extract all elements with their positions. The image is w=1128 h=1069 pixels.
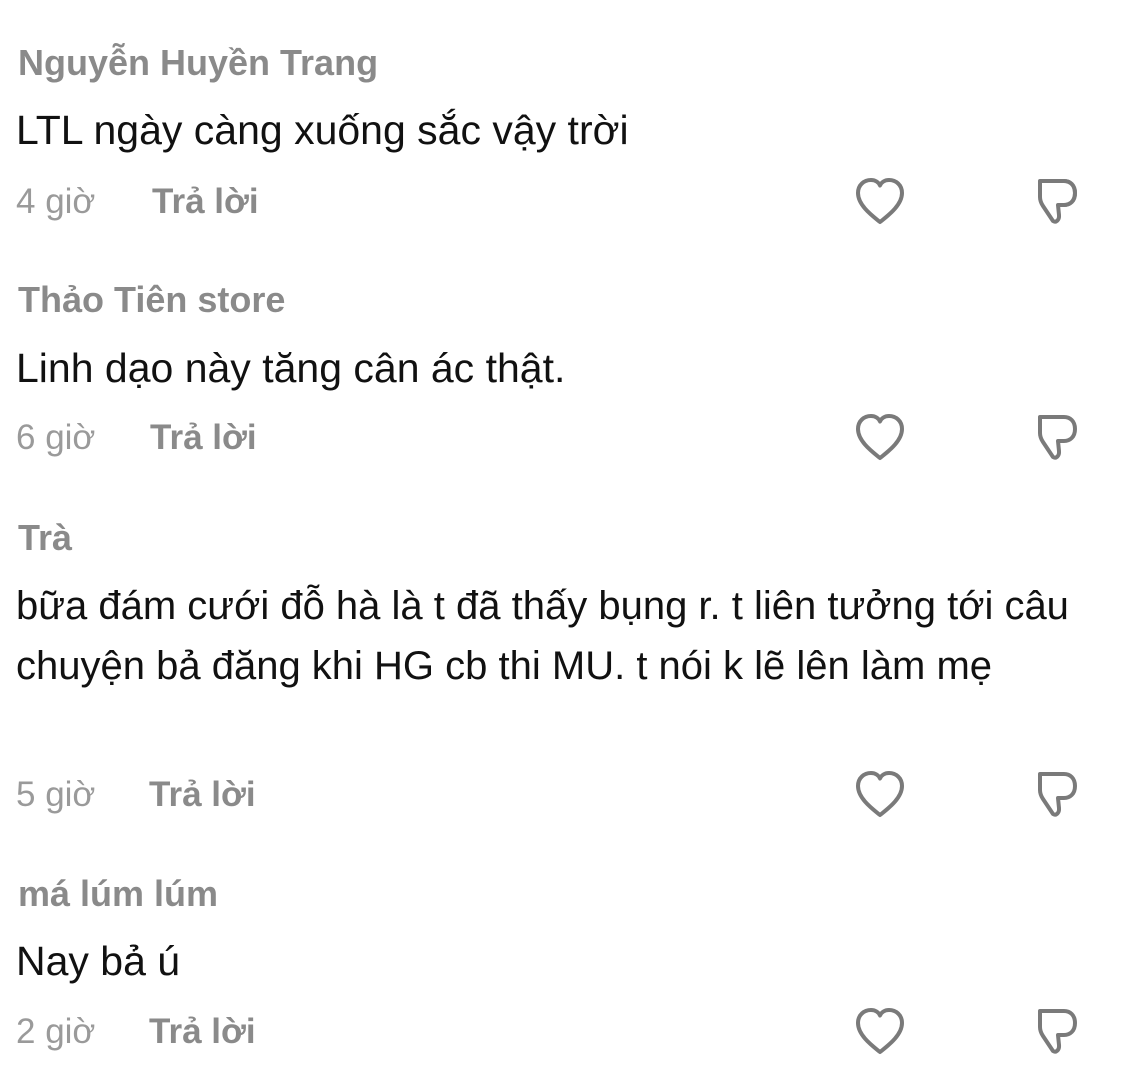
dislike-button[interactable]: [1030, 1003, 1086, 1059]
comment-meta: 2 giờ Trả lời: [16, 1007, 1116, 1057]
comment-author[interactable]: Nguyễn Huyền Trang: [18, 41, 378, 85]
comment-time: 5 giờ: [16, 775, 96, 814]
reply-button[interactable]: Trả lời: [152, 177, 259, 227]
like-button[interactable]: [852, 175, 908, 227]
dislike-button[interactable]: [1030, 173, 1086, 229]
comment-text: Linh dạo này tăng cân ác thật.: [16, 345, 566, 391]
like-button[interactable]: [852, 411, 908, 463]
reply-button[interactable]: Trả lời: [150, 413, 257, 463]
comment-meta: 5 giờ Trả lời: [16, 770, 1116, 820]
comment-author[interactable]: má lúm lúm: [18, 872, 218, 916]
comment-text: Nay bả ú: [16, 938, 181, 984]
heart-icon: [856, 1008, 904, 1054]
thumbs-down-icon: [1038, 179, 1078, 224]
reply-button[interactable]: Trả lời: [149, 770, 256, 820]
thumbs-down-icon: [1038, 772, 1077, 817]
reply-button[interactable]: Trả lời: [149, 1007, 256, 1057]
heart-icon: [856, 414, 904, 460]
heart-icon: [856, 178, 904, 224]
comment-text: LTL ngày càng xuống sắc vậy trời: [16, 107, 629, 153]
comment-time: 4 giờ: [16, 182, 96, 221]
comment-author[interactable]: Trà: [18, 516, 72, 560]
comment-text: bữa đám cưới đỗ hà là t đã thấy bụng r. …: [16, 584, 1069, 688]
like-button[interactable]: [852, 768, 908, 820]
comment-author[interactable]: Thảo Tiên store: [18, 278, 285, 322]
dislike-button[interactable]: [1030, 409, 1086, 465]
thumbs-down-icon: [1038, 415, 1077, 460]
dislike-button[interactable]: [1030, 766, 1086, 822]
comment-meta: 6 giờ Trả lời: [16, 413, 1116, 463]
comment-meta: 4 giờ Trả lời: [16, 177, 1116, 227]
heart-icon: [856, 771, 904, 817]
comment-time: 2 giờ: [16, 1012, 96, 1051]
thumbs-down-icon: [1038, 1009, 1077, 1054]
like-button[interactable]: [852, 1005, 908, 1057]
comment-time: 6 giờ: [16, 418, 96, 457]
